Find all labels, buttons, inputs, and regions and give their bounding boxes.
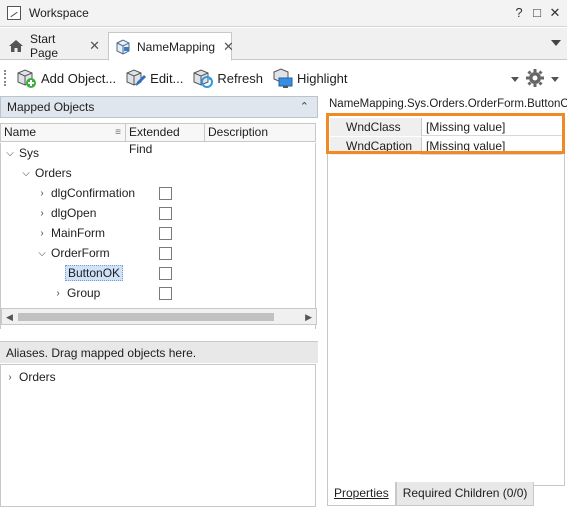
tab-properties[interactable]: Properties <box>327 482 396 506</box>
edit-label: Edit... <box>150 70 184 86</box>
tree-item-mainform[interactable]: › MainForm <box>37 223 105 243</box>
document-tabs: Start Page ✕ NameMapping ✕ <box>0 28 567 61</box>
toolbar: Add Object... Edit... Refresh Highlight <box>0 61 567 95</box>
grid-header: Name ≡ Extended Find Description <box>0 123 316 156</box>
horizontal-scrollbar[interactable]: ◀ ▶ <box>1 308 317 325</box>
properties-tabs: Properties Required Children (0/0) <box>327 482 567 506</box>
scroll-right-icon[interactable]: ▶ <box>305 312 312 323</box>
maximize-button[interactable]: □ <box>531 5 543 21</box>
collapse-icon[interactable]: ⌃ <box>300 100 309 113</box>
tree-item-orders[interactable]: ⌵ Orders <box>21 163 71 183</box>
workspace-icon <box>7 6 21 20</box>
mapped-objects-tree: ⌵ Sys ⌵ Orders › dlgConfirmation › dlgOp… <box>0 143 317 329</box>
add-object-label: Add Object... <box>41 70 117 86</box>
settings-dropdown-icon[interactable] <box>551 77 559 82</box>
tab-label: Start Page <box>30 32 59 60</box>
add-object-button[interactable]: Add Object... <box>15 67 116 89</box>
extended-find-checkbox[interactable] <box>159 187 172 200</box>
toolbar-dropdown-icon[interactable] <box>511 77 519 82</box>
namemapping-icon <box>115 38 131 55</box>
aliases-tree: › Orders <box>0 364 316 507</box>
expanded-arrow-icon[interactable]: ⌵ <box>5 148 15 159</box>
properties-grid: WndClass [Missing value] WndCaption [Mis… <box>327 114 565 486</box>
mapped-objects-panel: Mapped Objects ⌃ Name ≡ Extended Find De… <box>0 96 318 507</box>
gear-icon[interactable] <box>525 68 545 91</box>
extended-find-checkbox[interactable] <box>159 287 172 300</box>
tab-label: NameMapping <box>137 39 216 54</box>
tree-item-dlgconfirmation[interactable]: › dlgConfirmation <box>37 183 137 203</box>
tabs-dropdown-icon[interactable] <box>551 40 561 46</box>
scroll-thumb[interactable] <box>18 313 274 321</box>
tree-item-orderform[interactable]: ⌵ OrderForm <box>37 243 109 263</box>
refresh-label: Refresh <box>217 70 263 86</box>
collapsed-arrow-icon[interactable]: › <box>5 372 15 383</box>
collapsed-arrow-icon[interactable]: › <box>37 188 47 199</box>
mapped-objects-title: Mapped Objects <box>7 100 95 114</box>
extended-find-checkbox[interactable] <box>159 247 172 260</box>
column-name[interactable]: Name ≡ <box>1 124 126 141</box>
tab-required-children[interactable]: Required Children (0/0) <box>395 482 535 506</box>
highlight-frame <box>326 113 565 154</box>
collapsed-arrow-icon[interactable]: › <box>37 208 47 219</box>
extended-find-checkbox[interactable] <box>159 207 172 220</box>
refresh-icon <box>191 67 214 89</box>
selected-item-label: ButtonOK <box>65 265 124 281</box>
scroll-left-icon[interactable]: ◀ <box>6 312 13 323</box>
tab-namemapping[interactable]: NameMapping ✕ <box>108 32 234 61</box>
tree-item-sys[interactable]: ⌵ Sys <box>5 143 39 163</box>
column-description[interactable]: Description <box>205 124 315 141</box>
toolbar-grip[interactable] <box>4 70 7 86</box>
expanded-arrow-icon[interactable]: ⌵ <box>37 248 47 259</box>
close-button[interactable]: ✕ <box>549 5 561 21</box>
refresh-button[interactable]: Refresh <box>191 67 263 89</box>
sort-icon: ≡ <box>115 127 121 138</box>
collapsed-arrow-icon[interactable]: › <box>37 228 47 239</box>
window-controls: ? □ ✕ <box>513 5 561 21</box>
properties-panel: NameMapping.Sys.Orders.OrderForm.ButtonO… <box>326 96 567 507</box>
expanded-arrow-icon[interactable]: ⌵ <box>21 168 31 179</box>
object-path: NameMapping.Sys.Orders.OrderForm.ButtonO… <box>329 98 567 110</box>
help-button[interactable]: ? <box>513 5 525 21</box>
tree-item-group[interactable]: › Group <box>53 283 100 303</box>
close-tab-icon[interactable]: ✕ <box>223 39 234 55</box>
highlight-label: Highlight <box>296 70 348 86</box>
toolbar-right <box>511 68 559 91</box>
title-bar: Workspace ? □ ✕ <box>0 0 567 27</box>
collapsed-arrow-icon[interactable]: › <box>53 288 63 299</box>
alias-item-orders[interactable]: › Orders <box>5 367 55 387</box>
home-icon <box>8 38 24 54</box>
tree-item-buttonok[interactable]: ButtonOK <box>65 263 124 283</box>
aliases-title: Aliases. Drag mapped objects here. <box>6 345 197 360</box>
close-tab-icon[interactable]: ✕ <box>89 38 100 54</box>
extended-find-checkbox[interactable] <box>159 227 172 240</box>
edit-button[interactable]: Edit... <box>124 67 183 89</box>
highlight-icon <box>271 67 293 89</box>
column-extended-find[interactable]: Extended Find <box>126 124 205 156</box>
extended-find-checkbox[interactable] <box>159 267 172 280</box>
add-object-icon <box>15 67 37 89</box>
edit-icon <box>124 67 147 89</box>
tree-item-dlgopen[interactable]: › dlgOpen <box>37 203 96 223</box>
window-title: Workspace <box>29 6 89 20</box>
highlight-button[interactable]: Highlight <box>271 67 348 89</box>
mapped-objects-header: Mapped Objects ⌃ <box>0 96 318 118</box>
tab-start-page[interactable]: Start Page ✕ <box>2 32 106 60</box>
aliases-header: Aliases. Drag mapped objects here. <box>0 341 318 363</box>
